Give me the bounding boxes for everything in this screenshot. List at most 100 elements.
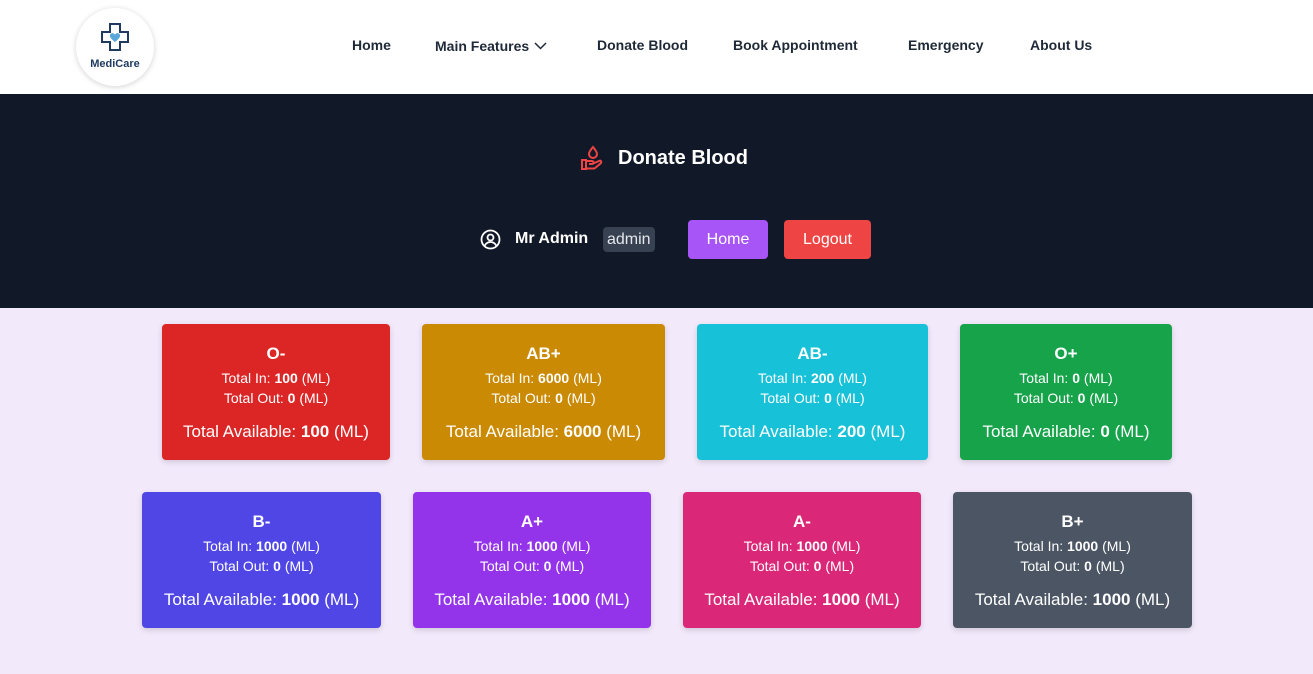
unit-label: (ML) <box>1089 390 1119 406</box>
total-in-value: 6000 <box>538 370 570 386</box>
nav-donate-blood[interactable]: Donate Blood <box>597 37 688 53</box>
blood-group-label: AB+ <box>526 344 561 363</box>
medical-cross-icon <box>101 23 129 51</box>
blood-group-label: A- <box>793 512 811 531</box>
total-out-value: 0 <box>273 558 281 574</box>
total-out-value: 0 <box>824 390 832 406</box>
unit-label: (ML) <box>1095 558 1125 574</box>
user-circle-icon <box>480 229 501 250</box>
unit-label: (ML) <box>324 590 360 609</box>
nav-emergency[interactable]: Emergency <box>908 37 983 53</box>
nav-book-appointment[interactable]: Book Appointment <box>733 37 858 53</box>
total-in-line: Total In: 0 (ML) <box>960 370 1172 386</box>
total-out-value: 0 <box>555 390 563 406</box>
home-button[interactable]: Home <box>688 220 768 259</box>
unit-label: (ML) <box>555 558 585 574</box>
total-available-line: Total Available: 100 (ML) <box>162 422 390 442</box>
unit-label: (ML) <box>284 558 314 574</box>
total-available-value: 100 <box>300 422 330 441</box>
unit-label: (ML) <box>606 422 642 441</box>
total-in-line: Total In: 6000 (ML) <box>422 370 665 386</box>
total-in-label: Total In: <box>221 370 271 386</box>
total-available-label: Total Available: <box>719 422 833 441</box>
total-out-label: Total Out: <box>479 558 540 574</box>
total-out-line: Total Out: 0 (ML) <box>162 390 390 406</box>
total-in-line: Total In: 100 (ML) <box>162 370 390 386</box>
total-in-line: Total In: 1000 (ML) <box>953 538 1192 554</box>
blood-group-card: O- Total In: 100 (ML) Total Out: 0 (ML) … <box>162 324 390 460</box>
total-in-value: 200 <box>810 370 835 386</box>
chevron-down-icon <box>534 37 547 53</box>
blood-group-label: B+ <box>1061 512 1084 531</box>
total-available-value: 1000 <box>822 590 860 609</box>
logout-button[interactable]: Logout <box>784 220 871 259</box>
unit-label: (ML) <box>870 422 906 441</box>
total-out-line: Total Out: 0 (ML) <box>960 390 1172 406</box>
total-in-value: 1000 <box>256 538 288 554</box>
total-out-value: 0 <box>1077 390 1086 406</box>
unit-label: (ML) <box>825 558 855 574</box>
total-available-line: Total Available: 1000 (ML) <box>953 590 1192 610</box>
total-available-line: Total Available: 0 (ML) <box>960 422 1172 442</box>
total-out-value: 0 <box>287 390 296 406</box>
total-out-line: Total Out: 0 (ML) <box>953 558 1192 574</box>
total-out-value: 0 <box>813 558 822 574</box>
unit-label: (ML) <box>561 538 591 554</box>
blood-group-card: B- Total In: 1000 (ML) Total Out: 0 (ML)… <box>142 492 381 628</box>
total-available-value: 6000 <box>563 422 602 441</box>
blood-group-label: O+ <box>1054 344 1078 363</box>
unit-label: (ML) <box>573 370 602 386</box>
logo[interactable]: MediCare <box>76 8 154 86</box>
nav-about-us[interactable]: About Us <box>1030 37 1092 53</box>
unit-label: (ML) <box>831 538 861 554</box>
total-available-label: Total Available: <box>183 422 297 441</box>
total-available-value: 1000 <box>552 590 590 609</box>
total-out-line: Total Out: 0 (ML) <box>413 558 651 574</box>
total-in-value: 1000 <box>1067 538 1099 554</box>
unit-label: (ML) <box>1135 590 1171 609</box>
total-in-line: Total In: 1000 (ML) <box>142 538 381 554</box>
total-out-label: Total Out: <box>1020 558 1081 574</box>
total-in-label: Total In: <box>758 370 808 386</box>
total-out-line: Total Out: 0 (ML) <box>683 558 921 574</box>
nav-main-features-label: Main Features <box>435 38 530 54</box>
total-out-value: 0 <box>543 558 552 574</box>
blood-group-card: B+ Total In: 1000 (ML) Total Out: 0 (ML)… <box>953 492 1192 628</box>
total-out-label: Total Out: <box>491 390 552 406</box>
nav-home[interactable]: Home <box>352 37 391 53</box>
total-available-label: Total Available: <box>974 590 1088 609</box>
total-in-label: Total In: <box>1019 370 1069 386</box>
total-in-label: Total In: <box>203 538 253 554</box>
total-available-label: Total Available: <box>982 422 1096 441</box>
total-available-line: Total Available: 200 (ML) <box>697 422 928 442</box>
unit-label: (ML) <box>835 390 865 406</box>
hand-heart-icon <box>581 145 603 170</box>
total-available-line: Total Available: 1000 (ML) <box>413 590 651 610</box>
hero-banner: Donate Blood Mr Admin admin Home Logout <box>0 94 1313 308</box>
unit-label: (ML) <box>1102 538 1131 554</box>
total-in-value: 100 <box>274 370 298 386</box>
unit-label: (ML) <box>1114 422 1150 441</box>
total-in-label: Total In: <box>473 538 523 554</box>
unit-label: (ML) <box>299 390 329 406</box>
total-in-value: 1000 <box>526 538 558 554</box>
unit-label: (ML) <box>301 370 331 386</box>
total-available-line: Total Available: 6000 (ML) <box>422 422 665 442</box>
blood-group-label: A+ <box>520 512 544 531</box>
total-available-line: Total Available: 1000 (ML) <box>683 590 921 610</box>
user-name: Mr Admin <box>515 230 589 247</box>
nav-main-features[interactable]: Main Features <box>435 37 547 54</box>
total-available-label: Total Available: <box>704 590 818 609</box>
logo-text: MediCare <box>90 58 140 70</box>
blood-group-label: B- <box>252 512 271 531</box>
hero-title: Donate Blood <box>580 144 748 172</box>
unit-label: (ML) <box>1083 370 1113 386</box>
unit-label: (ML) <box>291 538 320 554</box>
total-available-label: Total Available: <box>434 590 548 609</box>
total-in-line: Total In: 200 (ML) <box>697 370 928 386</box>
total-in-label: Total In: <box>1014 538 1064 554</box>
total-in-value: 1000 <box>796 538 828 554</box>
blood-group-card: AB- Total In: 200 (ML) Total Out: 0 (ML)… <box>697 324 928 460</box>
total-out-label: Total Out: <box>760 390 821 406</box>
total-available-value: 0 <box>1100 422 1110 441</box>
